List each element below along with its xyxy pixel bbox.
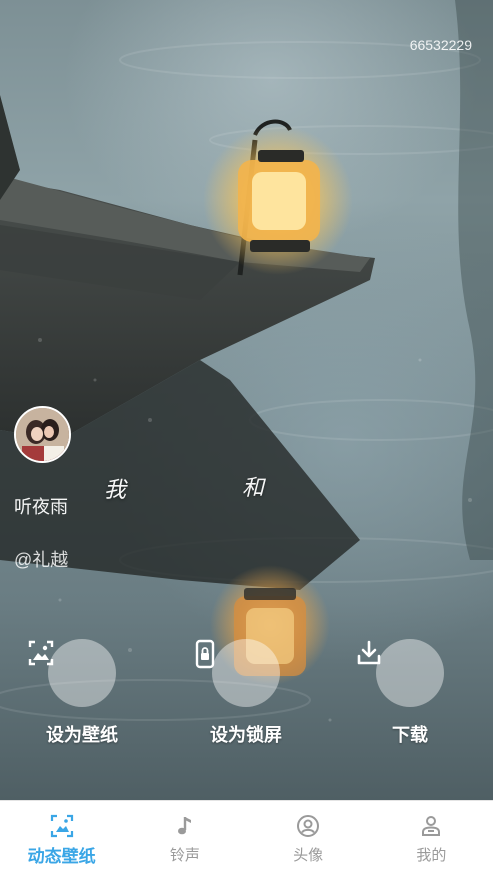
nav-label: 动态壁纸 <box>27 847 96 866</box>
person-icon <box>422 816 441 836</box>
wallpaper-icon <box>50 814 73 838</box>
set-wallpaper-label: 设为壁纸 <box>46 725 118 745</box>
avatar-circle-icon <box>297 815 320 837</box>
set-wallpaper-button[interactable]: 设为壁纸 <box>27 639 137 747</box>
nav-item-mine[interactable]: 我的 <box>370 801 493 876</box>
bottom-nav: 动态壁纸 铃声 头像 我的 <box>0 800 493 876</box>
wallpaper-scene[interactable]: 66532229 听夜雨 @礼越 我 和 设为壁纸 设为锁屏 下载 <box>0 0 493 800</box>
author-avatar[interactable] <box>14 406 71 463</box>
nav-label: 我的 <box>416 847 447 864</box>
lyric-char: 我 <box>104 478 127 503</box>
set-wallpaper-circle[interactable] <box>28 639 116 707</box>
nav-label: 铃声 <box>169 847 200 864</box>
set-lockscreen-circle[interactable] <box>195 639 280 707</box>
set-lockscreen-label: 设为锁屏 <box>210 725 282 745</box>
download-icon <box>357 640 381 665</box>
avatar-image <box>16 408 69 461</box>
lyric-char: 和 <box>242 476 265 501</box>
nav-item-live-wallpaper[interactable]: 动态壁纸 <box>0 801 123 876</box>
download-button[interactable]: 下载 <box>355 639 465 747</box>
song-title: 听夜雨 <box>14 497 68 517</box>
author-handle[interactable]: @礼越 <box>14 546 68 572</box>
lock-phone-icon <box>195 639 215 669</box>
set-lockscreen-button[interactable]: 设为锁屏 <box>191 639 301 747</box>
download-circle[interactable] <box>357 639 444 707</box>
music-note-icon <box>177 817 191 835</box>
wallpaper-id: 66532229 <box>409 37 472 53</box>
nav-label: 头像 <box>293 847 324 864</box>
image-icon <box>28 640 54 666</box>
download-label: 下载 <box>392 725 428 745</box>
nav-item-avatar[interactable]: 头像 <box>247 801 370 876</box>
nav-item-ringtone[interactable]: 铃声 <box>123 801 246 876</box>
